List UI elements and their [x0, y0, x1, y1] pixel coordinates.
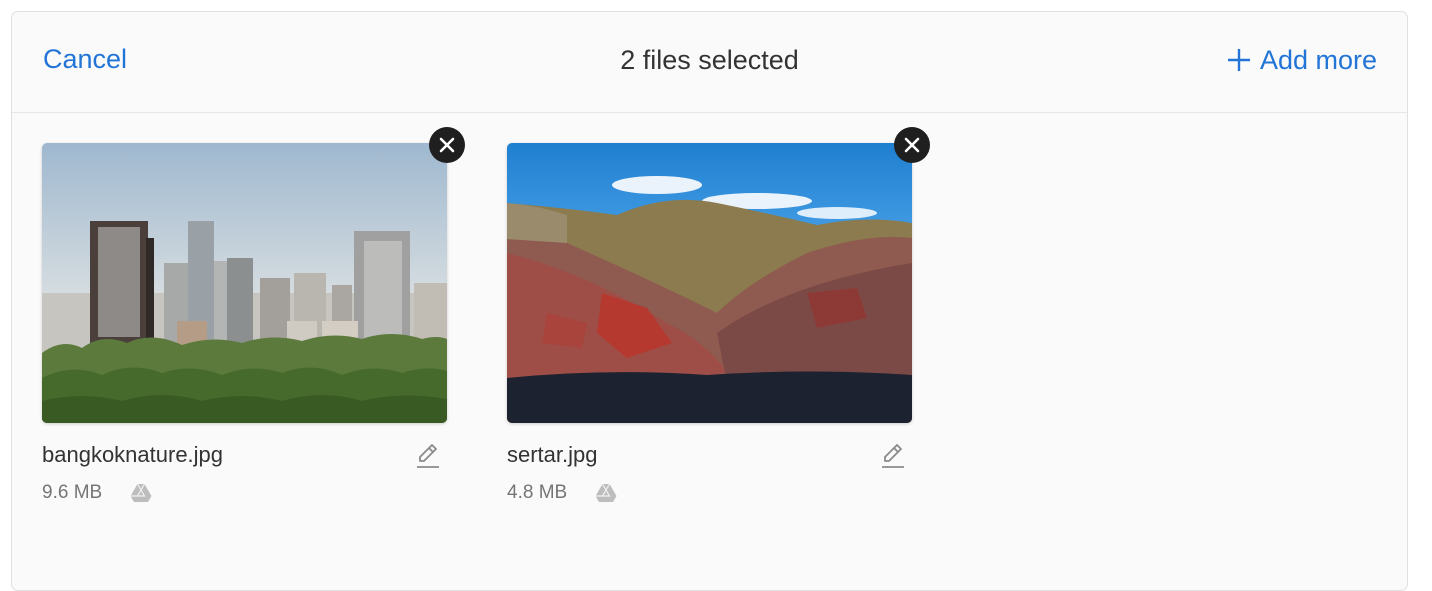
file-name: bangkoknature.jpg	[42, 442, 224, 467]
close-icon	[904, 137, 920, 153]
top-bar: Cancel 2 files selected Add more	[12, 12, 1407, 113]
add-more-label: Add more	[1259, 45, 1377, 75]
pencil-icon[interactable]	[880, 440, 906, 470]
file-meta: 4.8 MB	[507, 481, 617, 505]
dashboard-panel: Cancel 2 files selected Add more bangkok…	[11, 11, 1408, 591]
hillside-image	[507, 143, 912, 423]
file-thumbnail[interactable]	[42, 143, 447, 423]
file-size: 4.8 MB	[507, 482, 568, 503]
file-size: 9.6 MB	[42, 482, 103, 503]
file-item: sertar.jpg 4.8 MB	[507, 127, 930, 503]
file-name: sertar.jpg	[507, 442, 598, 467]
selection-title: 2 files selected	[620, 45, 799, 75]
file-thumbnail[interactable]	[507, 143, 912, 423]
remove-file-button[interactable]	[894, 127, 930, 163]
google-drive-icon	[595, 483, 617, 502]
file-item: bangkoknature.jpg 9.6 MB	[42, 127, 465, 503]
google-drive-icon	[130, 483, 152, 502]
file-meta: 9.6 MB	[42, 481, 152, 505]
add-more-button[interactable]: Add more	[1227, 43, 1377, 77]
pencil-icon[interactable]	[415, 440, 441, 470]
city-skyline-image	[42, 143, 447, 423]
remove-file-button[interactable]	[429, 127, 465, 163]
plus-icon	[1227, 49, 1250, 71]
close-icon	[439, 137, 455, 153]
